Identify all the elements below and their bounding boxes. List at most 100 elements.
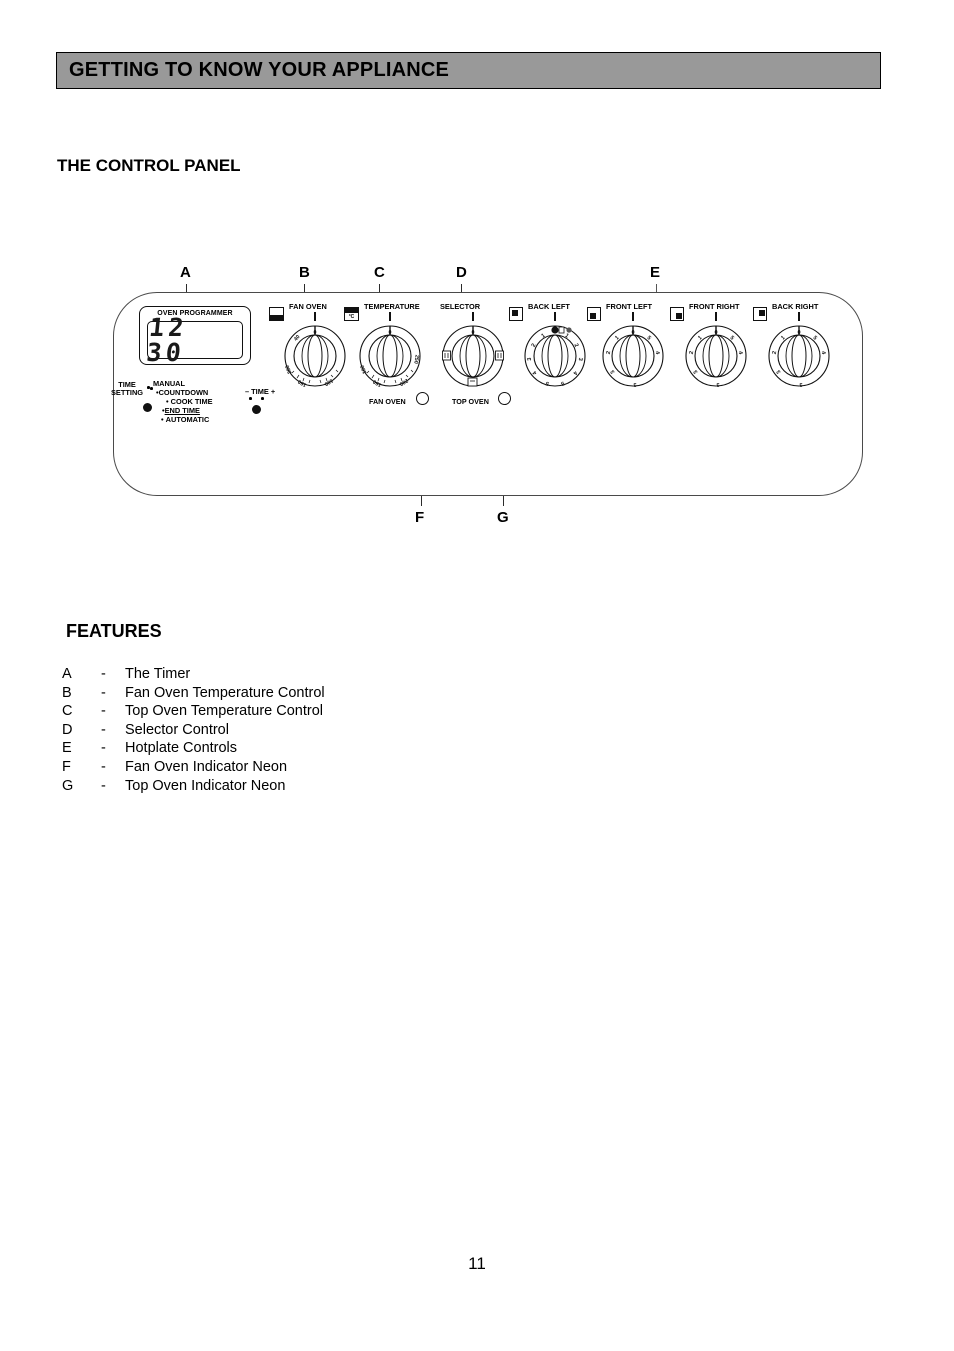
feature-label: Fan Oven Temperature Control bbox=[125, 684, 325, 701]
feature-dash: - bbox=[101, 721, 106, 738]
list-item: D - Selector Control bbox=[62, 721, 482, 740]
control-panel-heading: THE CONTROL PANEL bbox=[57, 156, 241, 175]
list-item: C - Top Oven Temperature Control bbox=[62, 702, 482, 721]
oven-fan-icon bbox=[269, 307, 284, 321]
timer-time-adjust-label: – TIME + bbox=[245, 387, 276, 396]
timer-set-button-left[interactable] bbox=[143, 403, 152, 412]
features-heading: FEATURES bbox=[66, 621, 162, 641]
timer-mode-automatic: • AUTOMATIC bbox=[161, 415, 210, 424]
features-list: A - The Timer B - Fan Oven Temperature C… bbox=[62, 665, 482, 795]
feature-key: E bbox=[62, 740, 72, 757]
front-right-knob-graphic: 0 1 2 3 5 4 3 bbox=[685, 325, 747, 387]
timer-mode-manual: MANUAL bbox=[153, 379, 186, 388]
top-oven-neon-label: TOP OVEN bbox=[452, 397, 489, 406]
feature-label: Hotplate Controls bbox=[125, 740, 238, 757]
callout-letter-f: F bbox=[415, 509, 425, 526]
back-left-label: BACK LEFT bbox=[528, 302, 570, 311]
timer-mode-cook-time: • COOK TIME bbox=[166, 397, 213, 406]
selector-knob[interactable]: 0 bbox=[442, 325, 504, 387]
hob-back-right-icon-marker bbox=[758, 309, 765, 316]
feature-dash: - bbox=[101, 777, 106, 794]
feature-key: F bbox=[62, 758, 71, 775]
hob-back-left-icon-marker bbox=[511, 309, 518, 316]
back-left-knob-graphic: 1 2 3 4 5 1 2 3 4 5 bbox=[524, 325, 586, 387]
callout-letter-e: E bbox=[650, 264, 661, 281]
feature-key: B bbox=[62, 684, 72, 701]
svg-text:0: 0 bbox=[389, 330, 392, 336]
timer-dot-plus bbox=[261, 397, 264, 400]
callout-letter-a: A bbox=[180, 264, 191, 281]
hob-back-right-icon bbox=[753, 307, 767, 321]
timer-mode-countdown: •COUNTDOWN bbox=[156, 388, 209, 397]
hob-back-left-icon bbox=[509, 307, 523, 321]
svg-text:3: 3 bbox=[527, 357, 533, 361]
list-item: F - Fan Oven Indicator Neon bbox=[62, 758, 482, 777]
list-item: G - Top Oven Indicator Neon bbox=[62, 777, 482, 796]
temperature-label: TEMPERATURE bbox=[364, 302, 420, 311]
feature-key: D bbox=[62, 721, 73, 738]
feature-label: Top Oven Temperature Control bbox=[125, 703, 324, 720]
timer-time-setting-label: TIME SETTING bbox=[111, 380, 144, 398]
temperature-knob-graphic: 0 250 100 150 200 bbox=[359, 325, 421, 388]
front-right-knob[interactable]: 0 1 2 3 5 4 3 bbox=[685, 325, 747, 387]
feature-dash: - bbox=[101, 758, 106, 775]
svg-text:3: 3 bbox=[799, 381, 802, 387]
front-left-label: FRONT LEFT bbox=[606, 302, 652, 311]
oven-temperature-icon: °C bbox=[344, 307, 359, 321]
front-left-knob[interactable]: 0 1 2 3 5 4 3 bbox=[602, 325, 664, 387]
oven-temperature-icon-band bbox=[345, 308, 358, 313]
svg-text:0: 0 bbox=[797, 330, 800, 336]
back-right-knob[interactable]: 0 1 2 3 5 4 3 bbox=[768, 325, 830, 387]
feature-key: G bbox=[62, 777, 74, 794]
selector-label: SELECTOR bbox=[440, 302, 481, 311]
fan-oven-knob[interactable]: 0 40 200 150 100 bbox=[284, 325, 346, 388]
banner-title: GETTING TO KNOW YOUR APPLIANCE bbox=[69, 59, 450, 81]
feature-dash: - bbox=[101, 740, 106, 757]
feature-label: Top Oven Indicator Neon bbox=[125, 777, 286, 794]
feature-dash: - bbox=[101, 684, 106, 701]
control-panel-diagram: A B C D E F G OVEN PROGRAMMER 12 30 TIME… bbox=[0, 250, 954, 540]
callout-letter-g: G bbox=[497, 509, 509, 526]
fan-oven-knob-graphic: 0 40 200 150 100 bbox=[284, 325, 346, 388]
selector-knob-graphic: 0 bbox=[442, 325, 504, 387]
fan-oven-indicator-neon bbox=[416, 392, 429, 405]
feature-key: A bbox=[62, 666, 72, 682]
list-item: A - The Timer bbox=[62, 665, 482, 684]
front-left-knob-graphic: 0 1 2 3 5 4 3 bbox=[602, 325, 664, 387]
hob-front-right-icon bbox=[670, 307, 684, 321]
list-item: E - Hotplate Controls bbox=[62, 739, 482, 758]
front-right-label: FRONT RIGHT bbox=[689, 302, 740, 311]
callout-letter-d: D bbox=[456, 264, 467, 281]
back-left-knob[interactable]: 1 2 3 4 5 1 2 3 4 5 bbox=[524, 325, 586, 387]
appliance-fascia: OVEN PROGRAMMER 12 30 TIME SETTING MANUA… bbox=[111, 292, 863, 496]
svg-text:0: 0 bbox=[472, 330, 475, 336]
timer-dot-manual bbox=[150, 387, 153, 390]
feature-label: Fan Oven Indicator Neon bbox=[125, 758, 288, 775]
svg-text:0: 0 bbox=[314, 330, 317, 336]
front-right-pointer bbox=[715, 312, 717, 321]
oven-fan-icon-band bbox=[270, 315, 283, 320]
svg-text:3: 3 bbox=[716, 381, 719, 387]
svg-text:3: 3 bbox=[577, 357, 583, 361]
section-banner: GETTING TO KNOW YOUR APPLIANCE bbox=[56, 52, 881, 89]
selector-pointer bbox=[472, 312, 474, 321]
feature-label: Selector Control bbox=[125, 721, 229, 738]
hob-front-left-icon bbox=[587, 307, 601, 321]
feature-key: C bbox=[62, 703, 73, 720]
timer[interactable]: OVEN PROGRAMMER 12 30 bbox=[139, 306, 251, 367]
temperature-knob[interactable]: 0 250 100 150 200 bbox=[359, 325, 421, 388]
fan-oven-pointer bbox=[314, 312, 316, 321]
timer-dot-minus bbox=[249, 397, 252, 400]
timer-set-button-right[interactable] bbox=[252, 405, 261, 414]
callout-letter-b: B bbox=[299, 264, 310, 281]
list-item: B - Fan Oven Temperature Control bbox=[62, 684, 482, 703]
back-right-knob-graphic: 0 1 2 3 5 4 3 bbox=[768, 325, 830, 387]
hob-front-left-icon-marker bbox=[589, 312, 596, 319]
callout-letter-c: C bbox=[374, 264, 385, 281]
feature-label: The Timer bbox=[125, 666, 191, 682]
front-left-pointer bbox=[632, 312, 634, 321]
svg-text:0: 0 bbox=[631, 330, 634, 336]
top-oven-indicator-neon bbox=[498, 392, 511, 405]
back-right-label: BACK RIGHT bbox=[772, 302, 819, 311]
back-right-pointer bbox=[798, 312, 800, 321]
